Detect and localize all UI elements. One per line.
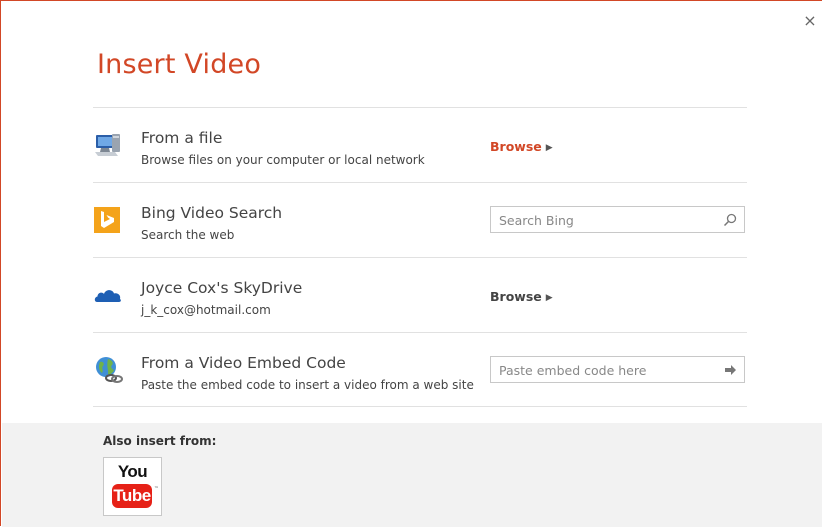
browse-skydrive-link[interactable]: Browse ▶ bbox=[490, 289, 553, 304]
dialog-title: Insert Video bbox=[97, 49, 262, 80]
youtube-button[interactable]: You Tube ™ bbox=[103, 457, 162, 516]
source-description: Search the web bbox=[141, 228, 235, 242]
skydrive-icon bbox=[93, 280, 123, 310]
source-name: From a file bbox=[141, 129, 223, 147]
browse-label: Browse bbox=[490, 139, 542, 154]
source-name: From a Video Embed Code bbox=[141, 354, 346, 372]
browse-files-link[interactable]: Browse ▶ bbox=[490, 139, 553, 154]
chevron-right-icon: ▶ bbox=[545, 143, 553, 153]
search-icon[interactable] bbox=[722, 212, 738, 228]
source-description: j_k_cox@hotmail.com bbox=[141, 303, 271, 317]
source-row-from-file: From a file Browse files on your compute… bbox=[93, 107, 747, 182]
also-insert-from-label: Also insert from: bbox=[103, 434, 217, 448]
source-description: Paste the embed code to insert a video f… bbox=[141, 378, 474, 392]
source-name: Joyce Cox's SkyDrive bbox=[141, 279, 303, 297]
bing-search-input[interactable] bbox=[497, 207, 711, 234]
computer-icon bbox=[93, 130, 123, 160]
bing-search-box bbox=[490, 206, 745, 234]
embed-code-input[interactable] bbox=[497, 357, 711, 384]
source-row-embed-code: From a Video Embed Code Paste the embed … bbox=[93, 332, 747, 407]
source-name: Bing Video Search bbox=[141, 204, 283, 222]
source-row-skydrive: Joyce Cox's SkyDrive j_k_cox@hotmail.com… bbox=[93, 257, 747, 332]
arrow-right-icon[interactable] bbox=[722, 362, 738, 378]
embed-code-box bbox=[490, 356, 745, 384]
close-icon[interactable]: × bbox=[800, 11, 820, 31]
source-row-bing: Bing Video Search Search the web bbox=[93, 182, 747, 257]
insert-video-dialog: × Insert Video From a file Browse files … bbox=[0, 0, 822, 527]
youtube-logo-you: You bbox=[117, 462, 148, 481]
source-list: From a file Browse files on your compute… bbox=[93, 107, 747, 407]
bing-icon bbox=[93, 205, 123, 235]
source-description: Browse files on your computer or local n… bbox=[141, 153, 425, 167]
browse-label: Browse bbox=[490, 289, 542, 304]
also-insert-from-section: Also insert from: You Tube ™ bbox=[2, 423, 822, 527]
chevron-right-icon: ▶ bbox=[545, 293, 553, 303]
trademark-mark: ™ bbox=[154, 486, 159, 492]
youtube-logo-tube: Tube bbox=[112, 484, 152, 508]
globe-link-icon bbox=[93, 355, 123, 385]
